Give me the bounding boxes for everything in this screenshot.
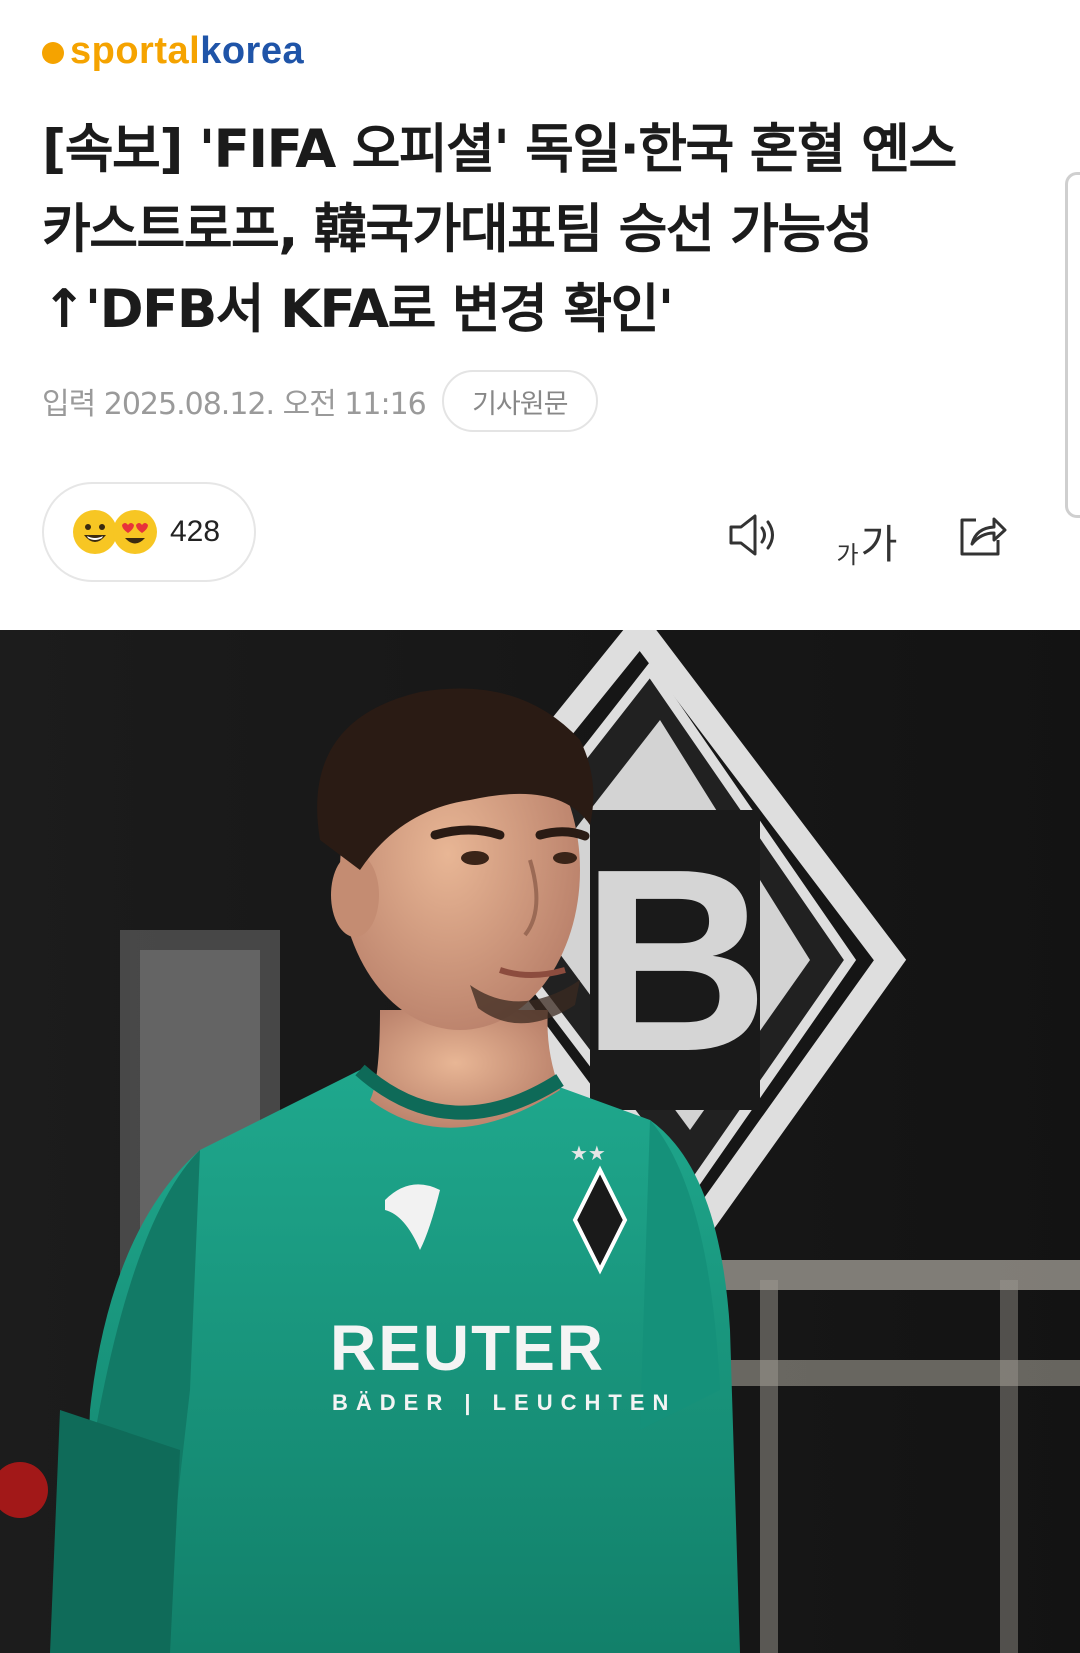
publish-date: 입력 2025.08.12. 오전 11:16: [42, 387, 427, 422]
svg-text:B: B: [581, 816, 769, 1106]
site-header: sportalkorea: [42, 26, 304, 76]
original-article-button[interactable]: 기사원문: [441, 370, 598, 432]
article-meta: 입력 2025.08.12. 오전 11:16 기사원문: [42, 370, 598, 432]
player-photo-illustration: B ★★ REUTER BÄDER | LEUCHTEN: [0, 630, 1080, 1653]
heart-eyes-face-icon: [112, 509, 158, 555]
article-headline: [속보] 'FIFA 오피셜' 독일·한국 혼혈 옌스 카스트로프, 韓국가대표…: [42, 110, 1032, 350]
article-toolbar: 가가: [718, 500, 1016, 570]
headline-line-2: 카스트로프, 韓국가대표팀 승선 가능성: [42, 199, 873, 260]
svg-text:★★: ★★: [570, 1141, 606, 1165]
font-size-button[interactable]: 가가: [832, 500, 902, 570]
logo-text-sportal: sportal: [70, 30, 201, 72]
reaction-count: 428: [170, 515, 221, 548]
site-logo[interactable]: sportalkorea: [70, 32, 304, 70]
article-photo: B ★★ REUTER BÄDER | LEUCHTEN: [0, 630, 1080, 1653]
font-size-large-label: 가: [860, 522, 898, 568]
text-to-speech-button[interactable]: [718, 500, 788, 570]
headline-line-1: [속보] 'FIFA 오피셜' 독일·한국 혼혈 옌스: [42, 119, 957, 180]
headline-line-3: ↑'DFB서 KFA로 변경 확인': [42, 279, 674, 340]
font-size-small-label: 가: [836, 541, 859, 569]
share-icon: [960, 517, 1007, 556]
svg-text:BÄDER | LEUCHTEN: BÄDER | LEUCHTEN: [332, 1390, 676, 1415]
svg-text:REUTER: REUTER: [330, 1312, 605, 1384]
speaker-icon: [729, 514, 774, 556]
share-button[interactable]: [946, 500, 1016, 570]
side-panel-edge: [1065, 172, 1080, 518]
logo-text-korea: korea: [200, 30, 305, 72]
logo-dot: [42, 42, 64, 64]
reaction-button[interactable]: 428: [42, 482, 256, 582]
